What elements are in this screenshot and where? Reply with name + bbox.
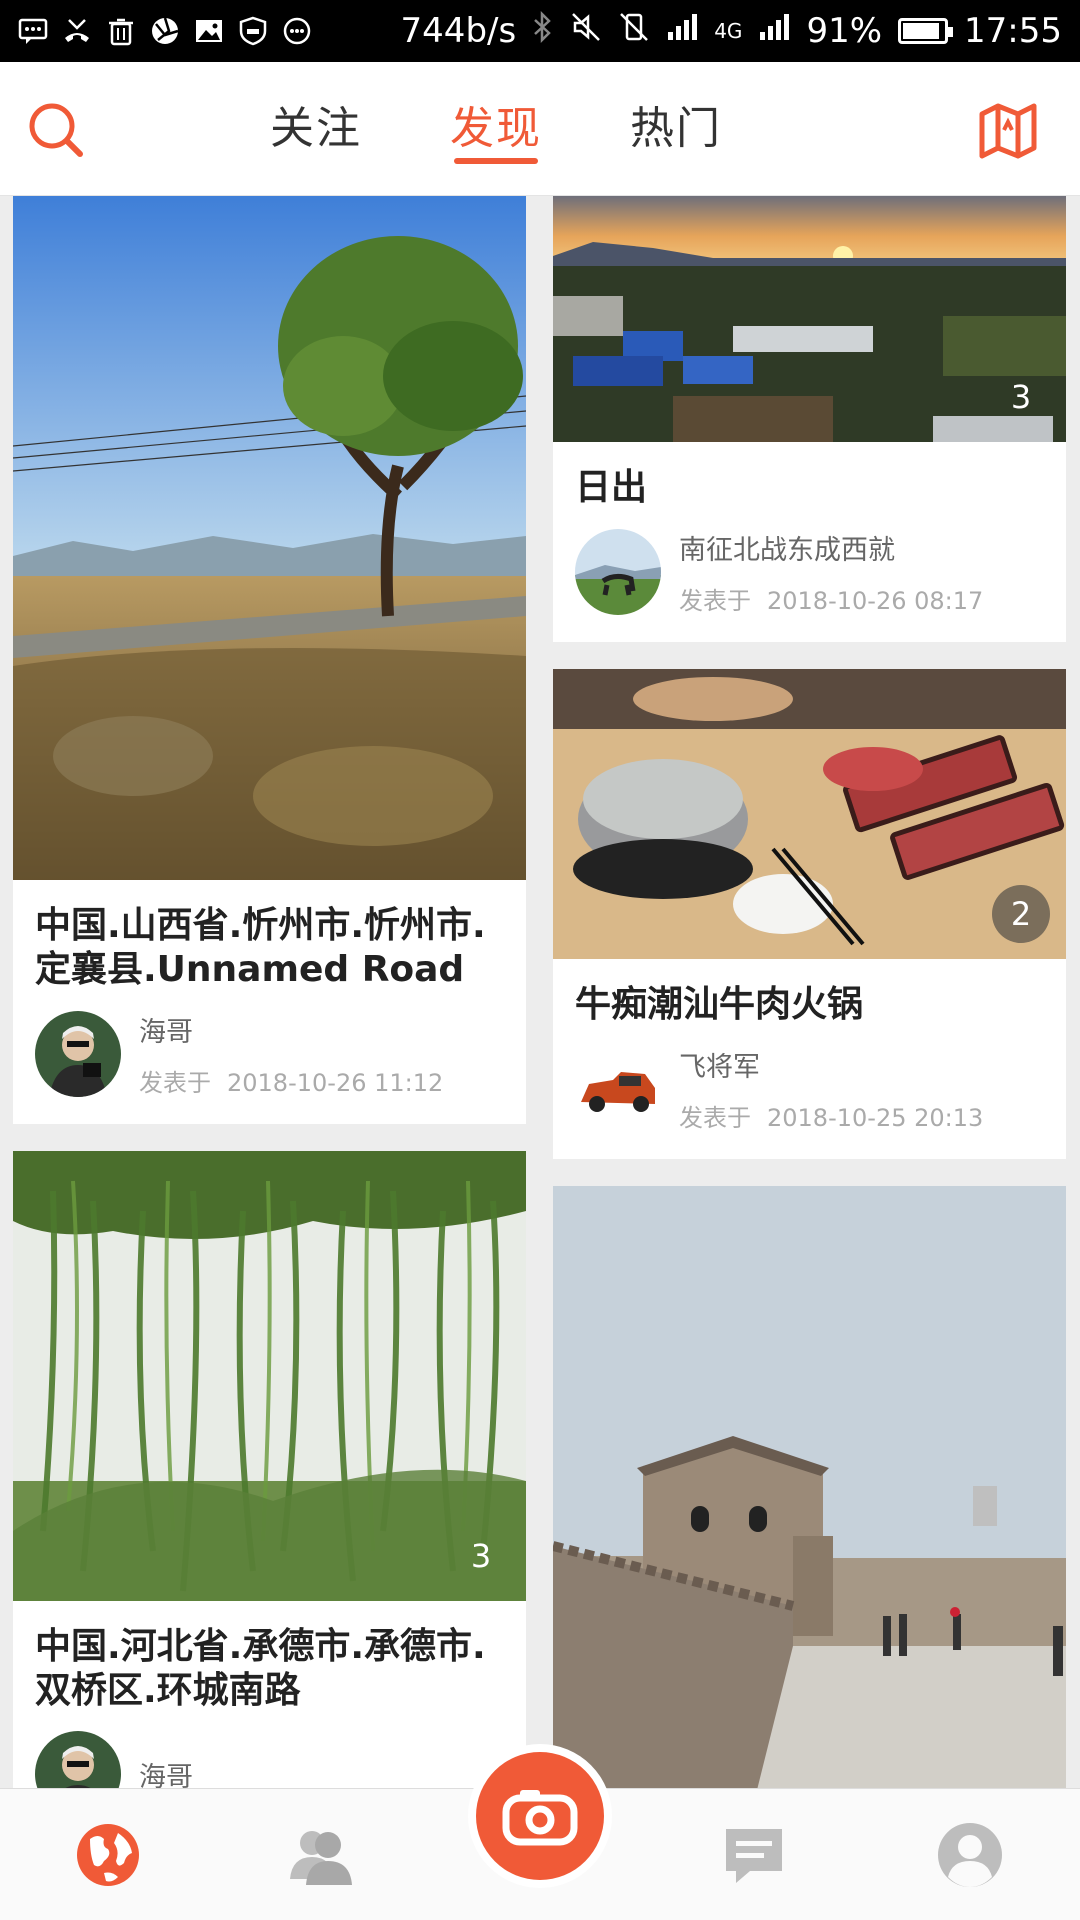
status-bar: 744b/s 4G 91% 17:55 — [0, 0, 1080, 62]
globe-icon — [77, 1824, 139, 1886]
battery-icon — [898, 18, 954, 44]
posted-time: 2018-10-26 11:12 — [227, 1069, 444, 1097]
tab-following[interactable]: 关注 — [270, 92, 362, 162]
posted-time: 2018-10-26 08:17 — [767, 587, 984, 615]
missed-call-icon — [62, 16, 92, 46]
map-icon — [979, 103, 1037, 159]
profile-icon — [938, 1823, 1002, 1887]
posted-prefix: 发表于 — [679, 587, 751, 615]
post-meta: 飞将军 发表于 2018-10-25 20:13 — [553, 1027, 1066, 1159]
post-feed[interactable]: 中国.山西省.忻州市.忻州市.定襄县.Unnamed Road 海哥 发表于 20… — [0, 196, 1080, 1788]
system-indicators: 744b/s 4G 91% 17:55 — [400, 10, 1062, 52]
post-meta-text: 南征北战东成西就 发表于 2018-10-26 08:17 — [679, 528, 983, 616]
photo-count-badge: 2 — [992, 885, 1050, 943]
avatar[interactable] — [35, 1011, 121, 1097]
sunrise-village-photo: 3 — [553, 196, 1066, 442]
trash-icon — [106, 16, 136, 46]
post-card[interactable]: 中国.山西省.忻州市.忻州市.定襄县.Unnamed Road 海哥 发表于 20… — [13, 196, 526, 1124]
post-meta: 海哥 发表于 2018-10-26 11:12 — [13, 992, 526, 1124]
post-meta-text: 海哥 发表于 2018-10-26 11:12 — [139, 1010, 443, 1098]
author-name[interactable]: 飞将军 — [679, 1045, 983, 1084]
posted-prefix: 发表于 — [139, 1069, 211, 1097]
more-notifications-icon — [282, 16, 312, 46]
post-title: 日出 — [575, 467, 648, 508]
search-button[interactable] — [26, 100, 86, 160]
author-name[interactable]: 南征北战东成西就 — [679, 528, 983, 567]
tab-profile[interactable] — [936, 1821, 1004, 1889]
map-button[interactable] — [976, 100, 1040, 160]
gallery-icon — [194, 16, 224, 46]
aperture-icon — [150, 16, 180, 46]
posted-prefix: 发表于 — [679, 1104, 751, 1132]
camera-button[interactable] — [476, 1752, 604, 1880]
bluetooth-icon — [532, 10, 554, 52]
search-icon — [29, 103, 83, 157]
wifi-signal-icon — [666, 11, 698, 51]
notification-icons — [18, 16, 312, 46]
top-navigation: 关注 发现 热门 — [0, 62, 1080, 196]
post-card[interactable]: 2 牛痴潮汕牛肉火锅 飞将军 发表于 2018-10-25 20:13 — [553, 669, 1066, 1159]
tab-popular[interactable]: 热门 — [630, 92, 722, 162]
clock: 17:55 — [964, 11, 1062, 51]
feed-column-right: 3 日出 南征北战东成西就 发表于 2018-10-26 08:17 2 牛痴潮… — [553, 196, 1066, 1788]
shield-icon — [238, 16, 268, 46]
mute-icon — [570, 11, 602, 52]
network-type: 4G — [714, 19, 743, 43]
post-card[interactable]: 3 日出 南征北战东成西就 发表于 2018-10-26 08:17 — [553, 196, 1066, 642]
feed-tabs: 关注 发现 热门 — [270, 92, 722, 164]
post-meta: 海哥 — [13, 1713, 526, 1788]
author-name[interactable]: 海哥 — [139, 1010, 443, 1049]
avatar[interactable] — [575, 529, 661, 615]
camera-icon — [502, 1790, 578, 1846]
author-name[interactable]: 海哥 — [139, 1755, 193, 1789]
battery-level — [903, 23, 940, 39]
network-speed: 744b/s — [400, 11, 517, 51]
willow-photo: 3 — [13, 1151, 526, 1601]
tree-landscape-photo — [13, 196, 526, 880]
avatar[interactable] — [575, 1046, 661, 1132]
post-meta-text: 海哥 — [139, 1755, 193, 1789]
post-time: 发表于 2018-10-26 11:12 — [139, 1063, 443, 1098]
avatar[interactable] — [35, 1731, 121, 1788]
tab-discover[interactable]: 发现 — [450, 92, 542, 164]
tab-messages[interactable] — [720, 1821, 788, 1889]
tab-contacts[interactable] — [288, 1821, 356, 1889]
photo-count-badge: 3 — [1010, 378, 1032, 416]
vibrate-off-icon — [618, 11, 650, 52]
post-title: 牛痴潮汕牛肉火锅 — [575, 984, 864, 1025]
city-wall-photo — [553, 1186, 1066, 1788]
post-card[interactable] — [553, 1186, 1066, 1788]
feed-column-left: 中国.山西省.忻州市.忻州市.定襄县.Unnamed Road 海哥 发表于 20… — [13, 196, 526, 1788]
contacts-icon — [290, 1831, 352, 1885]
post-meta-text: 飞将军 发表于 2018-10-25 20:13 — [679, 1045, 983, 1133]
hotpot-photo: 2 — [553, 669, 1066, 959]
photo-count-badge: 3 — [470, 1537, 492, 1575]
post-meta: 南征北战东成西就 发表于 2018-10-26 08:17 — [553, 510, 1066, 642]
post-card[interactable]: 3 中国.河北省.承德市.承德市.双桥区.环城南路 海哥 — [13, 1151, 526, 1788]
message-icon — [726, 1829, 782, 1883]
posted-time: 2018-10-25 20:13 — [767, 1104, 984, 1132]
post-time: 发表于 2018-10-25 20:13 — [679, 1098, 983, 1133]
post-title: 中国.河北省.承德市.承德市.双桥区.环城南路 — [35, 1626, 486, 1711]
tab-explore[interactable] — [74, 1821, 142, 1889]
post-time: 发表于 2018-10-26 08:17 — [679, 581, 983, 616]
cell-signal-icon — [758, 11, 790, 51]
post-title: 中国.山西省.忻州市.忻州市.定襄县.Unnamed Road — [35, 905, 486, 990]
message-notification-icon — [18, 16, 48, 46]
battery-percent: 91% — [806, 11, 883, 51]
